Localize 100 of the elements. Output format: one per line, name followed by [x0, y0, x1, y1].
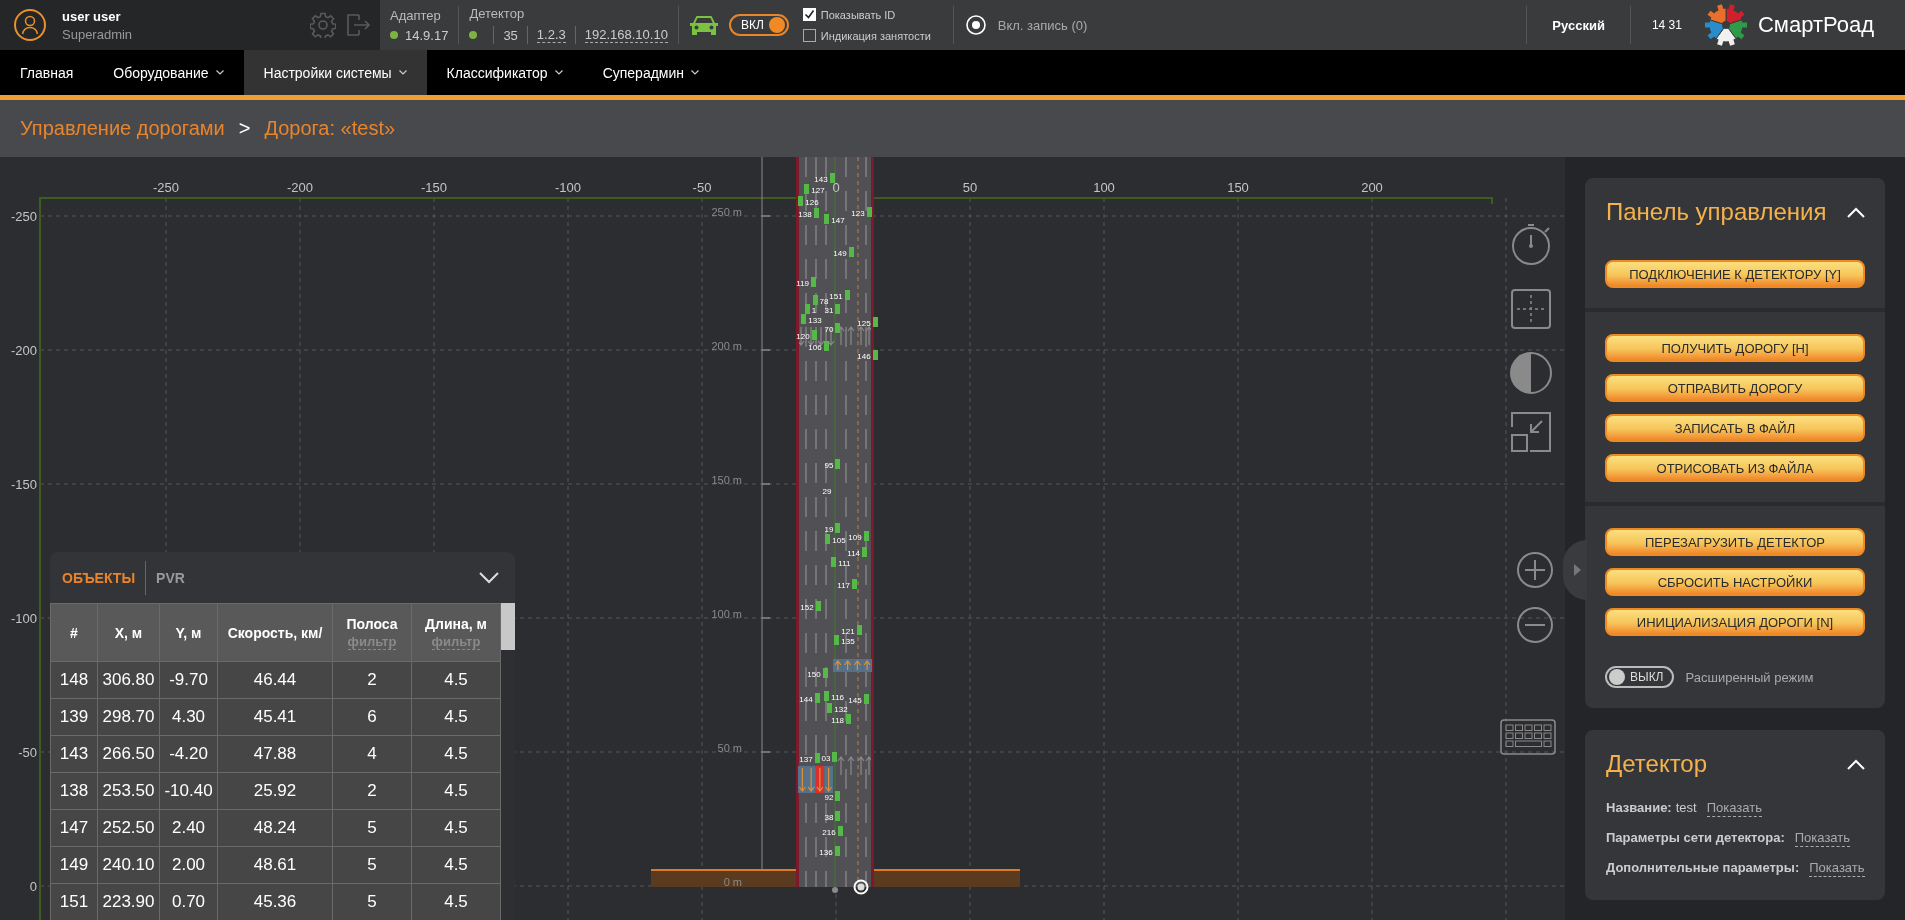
show-link[interactable]: Показать [1794, 830, 1850, 847]
vehicle-marker[interactable]: 132 [827, 703, 848, 714]
panel-toggle-button[interactable] [1563, 540, 1587, 600]
table-cell: 252.50 [97, 809, 160, 847]
vehicle-marker[interactable]: 144 [799, 693, 820, 704]
distance-label: 150 m [711, 474, 742, 486]
show-link[interactable]: Показать [1809, 860, 1865, 877]
vehicle-marker[interactable]: 138 [798, 208, 819, 219]
table-cell: 4.5 [411, 772, 501, 810]
field-value: test [1675, 799, 1697, 817]
contrast-icon[interactable] [1510, 352, 1552, 394]
vehicle-marker[interactable]: 120 [796, 330, 817, 341]
zoom-out-icon[interactable] [1517, 607, 1553, 643]
mode-toggle[interactable]: ВЫКЛ [1605, 666, 1674, 688]
vehicle-marker[interactable]: 92 [824, 791, 841, 802]
position-marker-icon[interactable] [853, 879, 869, 895]
vehicle-marker[interactable]: 03 [821, 752, 838, 763]
panel-tab[interactable]: ОБЪЕКТЫ [62, 569, 136, 586]
scrollbar-thumb[interactable] [501, 603, 515, 650]
action-button[interactable]: ПОЛУЧИТЬ ДОРОГУ [H] [1605, 334, 1865, 362]
table-cell: 5 [332, 883, 412, 920]
action-button[interactable]: ОТПРАВИТЬ ДОРОГУ [1605, 374, 1865, 402]
action-button[interactable]: ПОДКЛЮЧЕНИЕ К ДЕТЕКТОРУ [Y] [1605, 260, 1865, 288]
vehicle-marker[interactable]: 117 [837, 579, 858, 590]
table-cell: 48.61 [217, 846, 333, 884]
table-cell: 2.00 [159, 846, 218, 884]
vehicle-marker[interactable]: 31 [824, 304, 841, 315]
vehicle-marker[interactable]: 143 [814, 173, 835, 184]
detector-info-link[interactable]: 1.2.3 [536, 27, 566, 43]
vehicle-marker[interactable]: 149 [833, 247, 854, 258]
chevron-up-icon[interactable] [1847, 206, 1865, 218]
chevron-up-icon[interactable] [1847, 758, 1865, 770]
vehicle-marker[interactable]: 150 [807, 668, 828, 679]
vehicle-marker[interactable]: 126 [798, 196, 819, 207]
column-title: Длина, м [424, 615, 488, 632]
vehicle-marker[interactable]: 111 [831, 557, 851, 568]
table-cell: 223.90 [97, 883, 160, 920]
language-selector[interactable]: Русский [1527, 17, 1630, 33]
vehicle-marker[interactable]: 123 [851, 207, 872, 218]
vehicle-marker[interactable]: 152 [800, 601, 821, 612]
shrink-icon[interactable] [1511, 412, 1551, 452]
vehicle-marker[interactable]: 70 [824, 323, 841, 334]
avatar-icon[interactable] [14, 9, 46, 41]
show-link[interactable]: Показать [1706, 800, 1762, 817]
nav-item[interactable]: Оборудование [93, 50, 244, 95]
action-button[interactable]: ПЕРЕЗАГРУЗИТЬ ДЕТЕКТОР [1605, 528, 1865, 556]
settings-icon[interactable] [310, 12, 336, 38]
vehicle-marker[interactable]: 146 [857, 350, 878, 361]
record-icon[interactable] [965, 15, 986, 35]
crosshair-icon[interactable] [1511, 289, 1551, 329]
column-title: Полоса [345, 615, 399, 632]
action-button[interactable]: ОТРИСОВАТЬ ИЗ ФАЙЛА [1605, 454, 1865, 482]
vehicle-marker[interactable]: 121 [841, 625, 862, 636]
vehicle-marker[interactable]: 109 [848, 531, 869, 542]
keyboard-icon[interactable] [1500, 719, 1556, 755]
vehicle-marker[interactable]: 125 [857, 317, 878, 328]
table-cell: 149 [50, 846, 98, 884]
nav-item[interactable]: Классификатор [426, 50, 583, 95]
detector-info-link[interactable]: 192.168.10.10 [584, 27, 668, 43]
table-cell: 147 [50, 809, 98, 847]
vehicle-marker[interactable]: 114 [847, 547, 868, 558]
vehicle-marker[interactable]: 216 [822, 826, 843, 837]
vehicle-marker[interactable]: 136 [819, 846, 840, 857]
vehicle-marker[interactable]: 127 [804, 184, 825, 195]
vehicle-marker[interactable]: 95 [824, 459, 841, 470]
chevron-down-icon[interactable] [479, 571, 499, 584]
vehicle-marker[interactable]: 147 [824, 214, 845, 225]
action-button[interactable]: ЗАПИСАТЬ В ФАЙЛ [1605, 414, 1865, 442]
checkbox-label: Показывать ID [820, 8, 896, 21]
table-cell: 240.10 [97, 846, 160, 884]
action-button[interactable]: ИНИЦИАЛИЗАЦИЯ ДОРОГИ [N] [1605, 608, 1865, 636]
vehicle-marker[interactable]: 78 [812, 295, 829, 306]
nav-item[interactable]: Настройки системы [243, 50, 427, 95]
vehicle-marker[interactable]: 137 [799, 753, 820, 764]
vehicle-marker[interactable]: 119 [796, 277, 817, 288]
vehicle-marker[interactable]: 38 [824, 811, 841, 822]
vehicle-marker[interactable]: 116 [824, 691, 845, 702]
vehicle-marker[interactable]: 151 [829, 290, 850, 301]
stopwatch-icon[interactable] [1509, 222, 1553, 266]
scrollbar[interactable] [501, 603, 515, 920]
vehicle-marker[interactable]: 135 [834, 635, 855, 646]
vehicle-marker[interactable]: 118 [831, 714, 852, 725]
panel-tab[interactable]: PVR [156, 569, 185, 586]
vehicle-marker[interactable]: 145 [848, 694, 869, 705]
table-cell: 4.5 [411, 661, 501, 699]
power-toggle[interactable]: ВКЛ [728, 14, 789, 36]
zoom-in-icon[interactable] [1517, 552, 1553, 588]
vehicle-marker[interactable]: 106 [808, 341, 829, 352]
vehicle-marker[interactable]: 105 [825, 534, 846, 545]
action-button[interactable]: СБРОСИТЬ НАСТРОЙКИ [1605, 568, 1865, 596]
table-cell: -4.20 [159, 735, 218, 773]
vehicle-marker[interactable]: 133 [801, 314, 822, 325]
toggle-caption: Расширенный режим [1685, 669, 1814, 685]
table-cell: 0.70 [159, 883, 218, 920]
vehicle-marker[interactable]: 19 [824, 523, 841, 534]
nav-item[interactable]: Суперадмин [582, 50, 720, 95]
nav-item[interactable]: Главная [0, 50, 94, 95]
axis-tick-label: -150 [421, 179, 447, 195]
logout-icon[interactable] [346, 13, 370, 37]
checkbox[interactable] [802, 29, 816, 42]
